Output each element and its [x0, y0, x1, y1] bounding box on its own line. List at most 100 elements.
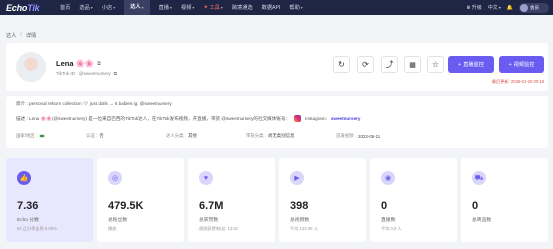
- meta-item: 认证 :否: [86, 133, 166, 139]
- copy-icon[interactable]: ⧉: [114, 71, 117, 76]
- nav-item[interactable]: 小店 ▾: [102, 4, 115, 11]
- account-label: 会员: [530, 4, 539, 10]
- stat-label: 总粉丝数: [108, 218, 128, 223]
- stat-subtext: 视频获赞/粉丝: 13.91: [199, 226, 239, 231]
- tools-icon: ✦: [203, 5, 209, 11]
- stat-value: 398: [290, 200, 309, 212]
- creator-description: 描述 : Lena 🌸🌸(@sweetnursery) 是一位来自巴西的TikT…: [16, 115, 291, 121]
- chevron-down-icon: ▾: [90, 5, 93, 10]
- refresh-button[interactable]: ↻: [333, 56, 350, 73]
- plus-icon: +: [458, 61, 462, 68]
- chevron-down-icon: ▾: [170, 5, 173, 10]
- nav-menu: 首页 选品 ▾ 小店 ▾ 达人 ▾ 直播 ▾ 视频 ▾ ✦ 工具 ▾ 跨境通选 数据API 帮助 ▾: [60, 0, 312, 15]
- meta-value: 尚无类别信息: [268, 133, 295, 138]
- meta-item: 国家/地区 :: [16, 133, 86, 139]
- meta-value: 2022-09-11: [358, 133, 381, 139]
- meta-item: 带货分类 : 尚无类别信息: [246, 133, 336, 139]
- profile-card: Lena 🌸🌸 ⧉ TikTok ID : @sweetnursery ⧉ ↻ …: [6, 43, 548, 91]
- instagram-label: Instagram:: [305, 116, 327, 121]
- video-icon: ▶: [290, 171, 304, 185]
- meta-item: 达人分类 : 其他: [166, 133, 246, 139]
- favorite-button[interactable]: ☆: [427, 56, 444, 73]
- breadcrumb-current: 详情: [25, 33, 37, 39]
- qrcode-icon: ▦: [409, 61, 416, 69]
- nav-item-label: 达人: [130, 4, 141, 10]
- creator-name: Lena 🌸🌸: [56, 59, 95, 68]
- followers-icon: ◎: [108, 171, 122, 185]
- avatar: [520, 3, 528, 12]
- meta-label: 国家/地区 :: [16, 133, 38, 138]
- stat-card[interactable]: ⛟ 0 总商品数: [461, 158, 548, 242]
- live-monitor-label: 直播监控: [463, 62, 484, 68]
- stat-value: 6.7M: [199, 200, 224, 212]
- instagram-link[interactable]: sweetnursery: [331, 116, 361, 121]
- nav-item[interactable]: 达人 ▾: [124, 0, 150, 15]
- meta-label: 达人分类 :: [166, 133, 187, 138]
- external-link-icon[interactable]: ⧉: [97, 61, 101, 67]
- nav-item-label: 选品: [79, 5, 90, 11]
- nav-item-label: 首页: [60, 5, 71, 11]
- crown-icon: ♛: [466, 4, 471, 11]
- nav-item[interactable]: 帮助 ▾: [289, 4, 302, 11]
- notification-bell-icon[interactable]: 🔔: [507, 5, 513, 11]
- nav-item-label: 工具: [209, 5, 220, 11]
- nav-item-label: 帮助: [289, 5, 300, 11]
- nav-item-label: 视频: [181, 5, 192, 11]
- creator-bio: 简介 : personal reborn collection 🤍 just d…: [16, 101, 172, 106]
- stat-value: 7.36: [17, 200, 39, 212]
- nav-item[interactable]: 直播 ▾: [159, 4, 172, 11]
- star-icon: ☆: [431, 60, 440, 69]
- top-navbar: EchoTik 首页 选品 ▾ 小店 ▾ 达人 ▾ 直播 ▾ 视频 ▾ ✦ 工具 ▾ 跨境通选 数据API 帮助…: [0, 0, 553, 15]
- last-updated: 最后更新: 2025-01-20 00:18: [491, 79, 544, 84]
- chevron-down-icon: ▾: [192, 5, 195, 10]
- meta-value: 否: [99, 133, 104, 138]
- chevron-down-icon: ▾: [113, 5, 116, 10]
- stat-subtext: 63 正分率击败 6.09%: [17, 226, 57, 231]
- nav-item[interactable]: 跨境通选: [232, 4, 253, 11]
- stat-card[interactable]: 👍 7.36 Echo 分数 63 正分率击败 6.09%: [6, 158, 93, 242]
- language-selector[interactable]: 中文 ▾: [488, 4, 501, 11]
- share-button[interactable]: ⤴: [381, 56, 398, 73]
- live-monitor-button[interactable]: + 直播监控: [448, 56, 494, 73]
- echotik-logo[interactable]: EchoTik: [0, 3, 60, 13]
- nav-item[interactable]: 首页: [60, 4, 70, 11]
- stat-card[interactable]: ◎ 479.5K 总粉丝数 播放: [97, 158, 184, 242]
- chevron-down-icon: ▾: [141, 5, 144, 10]
- share-icon: ⤴: [385, 60, 394, 69]
- sync-icon: ⟳: [362, 60, 369, 69]
- meta-label: 首发视频 :: [336, 133, 357, 138]
- nav-item[interactable]: 数据API: [262, 4, 281, 11]
- video-monitor-label: 视频监控: [513, 62, 535, 68]
- nav-item[interactable]: 选品 ▾: [79, 4, 92, 11]
- breadcrumb-root[interactable]: 达人: [6, 32, 16, 39]
- nav-item[interactable]: ✦ 工具 ▾: [203, 4, 222, 11]
- qrcode-button[interactable]: ▦: [404, 56, 421, 73]
- meta-label: 认证 :: [86, 133, 98, 138]
- creator-handle: TikTok ID : @sweetnursery: [56, 71, 111, 76]
- stat-label: 直播数: [381, 218, 396, 223]
- stat-value: 0: [381, 200, 388, 212]
- chevron-down-icon: ▾: [498, 5, 501, 10]
- sync-button[interactable]: ⟳: [357, 56, 374, 73]
- creator-avatar: [16, 52, 46, 82]
- product-icon: ⛟: [472, 171, 486, 185]
- stat-card[interactable]: ◉ 0 直播数平均 0.0 人: [370, 158, 457, 242]
- chevron-down-icon: ▾: [300, 5, 303, 10]
- stat-value: 479.5K: [108, 200, 144, 212]
- video-monitor-button[interactable]: + 视频监控: [499, 56, 544, 73]
- nav-item-label: 小店: [101, 5, 113, 11]
- plus-icon: +: [508, 61, 512, 68]
- stat-label: 总视频数: [290, 218, 310, 223]
- live-icon: ◉: [381, 171, 395, 185]
- upgrade-link[interactable]: ♛ 升级: [466, 4, 482, 12]
- nav-right: ♛ 升级 中文 ▾ 🔔 会员: [466, 0, 549, 15]
- user-menu[interactable]: 会员: [519, 2, 549, 13]
- creator-handle-row: TikTok ID : @sweetnursery ⧉: [56, 71, 117, 76]
- stat-card[interactable]: ▶ 398 总视频数 平均 123.2K 人: [279, 158, 366, 242]
- stat-label: Echo 分数: [17, 218, 39, 223]
- nav-item[interactable]: 视频 ▾: [181, 4, 194, 11]
- creator-info-card: 简介 : personal reborn collection 🤍 just d…: [6, 96, 548, 148]
- meta-item: 首发视频 :2022-09-11: [336, 133, 456, 139]
- stat-subtext: 平均 0.0 人: [381, 226, 402, 231]
- stat-card[interactable]: ♥ 6.7M 总获赞数 视频获赞/粉丝: 13.91: [188, 158, 275, 242]
